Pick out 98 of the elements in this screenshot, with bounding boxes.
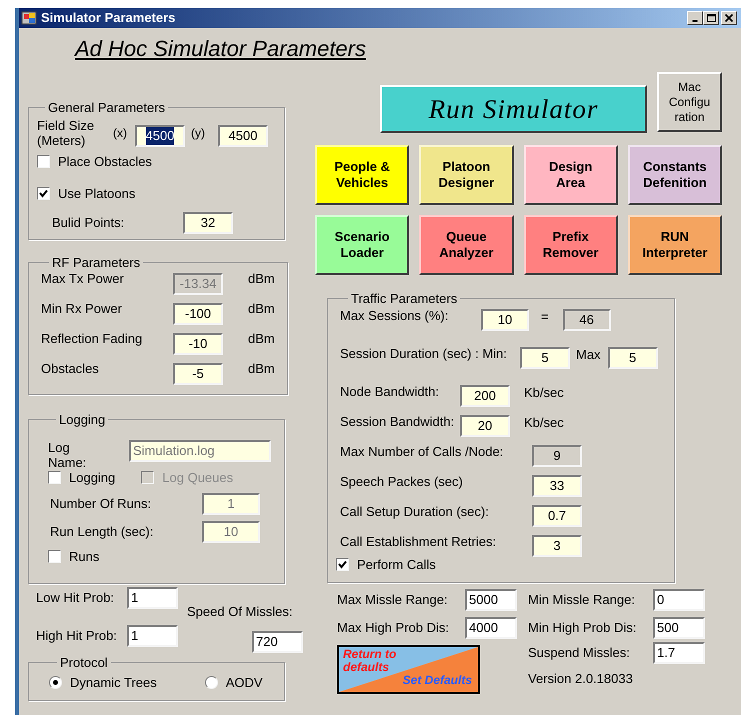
tool-button[interactable]: Prefix Remover (524, 215, 618, 275)
radio-label: AODV (226, 674, 263, 692)
radio-label: Dynamic Trees (70, 674, 157, 692)
checkbox[interactable] (37, 187, 50, 200)
maximize-icon (706, 14, 716, 22)
field-label: Max Number of Calls /Node: (340, 442, 504, 460)
group-title: Traffic Parameters (350, 290, 458, 308)
text-field[interactable]: 5000 (465, 589, 517, 611)
unit-label: = (541, 308, 549, 326)
checkbox-label: Use Platoons (58, 185, 136, 203)
field-label: Call Establishment Retries: (340, 532, 498, 550)
app-icon (21, 10, 37, 26)
field-label: Max High Prob Dis: (337, 619, 450, 638)
text-field[interactable]: 1 (127, 625, 178, 647)
field-label: Reflection Fading (41, 330, 144, 348)
checkbox-label: Runs (69, 548, 100, 566)
text-field[interactable]: 32 (183, 212, 233, 234)
text-field[interactable]: 46 (562, 308, 611, 330)
minimize-button[interactable] (687, 11, 703, 25)
checkbox-label: Place Obstacles (58, 152, 152, 170)
field-label: Number Of Runs: (50, 495, 152, 514)
tool-button[interactable]: People & Vehicles (315, 145, 410, 205)
text-field[interactable]: 20 (460, 414, 510, 436)
field-label: Suspend Missles: (528, 644, 631, 662)
page-heading: Ad Hoc Simulator Parameters (75, 36, 366, 62)
unit-label: dBm (248, 360, 275, 378)
group-title: Protocol (59, 654, 109, 672)
close-icon (725, 14, 733, 22)
mac-configuration-button[interactable]: Mac Configuration (657, 72, 722, 132)
tool-button[interactable]: Queue Analyzer (419, 215, 514, 275)
field-label: Max Tx Power (41, 270, 125, 288)
tool-button[interactable]: Scenario Loader (315, 215, 410, 275)
checkbox[interactable] (48, 470, 61, 484)
field-label: Session Duration (sec) : Min: (340, 344, 508, 363)
unit-label: Kb/sec (524, 414, 564, 432)
unit-label: Kb/sec (524, 384, 564, 402)
version-label: Version 2.0.18033 (528, 670, 633, 688)
group-title: General Parameters (47, 99, 166, 117)
text-field[interactable]: 9 (532, 444, 582, 466)
text-field[interactable]: -10 (173, 332, 223, 354)
text-field[interactable]: 33 (532, 474, 582, 496)
checkbox[interactable] (37, 154, 50, 168)
radio-button[interactable] (204, 676, 218, 689)
field-label: Call Setup Duration (sec): (340, 502, 490, 521)
text-field[interactable]: 0.7 (532, 504, 582, 526)
text-field[interactable]: 5 (520, 346, 570, 368)
axis-label: (y) (191, 124, 205, 142)
field-label: Low Hit Prob: (36, 589, 116, 608)
axis-label: (x) (113, 124, 127, 142)
text-field[interactable]: 3 (532, 534, 582, 556)
text-field[interactable]: -100 (173, 302, 223, 324)
text-field[interactable]: 0 (653, 589, 705, 611)
run-simulator-button[interactable]: Run Simulator (380, 85, 647, 133)
text-field[interactable]: 1 (127, 587, 178, 609)
tool-button[interactable]: Platoon Designer (419, 145, 514, 205)
field-label: Node Bandwidth: (340, 382, 440, 400)
close-button[interactable] (721, 11, 737, 25)
field-label: Run Length (sec): (50, 523, 154, 542)
field-label: Field Size (Meters) (37, 118, 96, 148)
group-title: Logging (58, 411, 106, 429)
text-field[interactable]: 5 (608, 346, 658, 368)
text-field[interactable]: -5 (173, 362, 223, 384)
radio-button[interactable] (49, 676, 62, 689)
text-field[interactable]: 10 (481, 308, 529, 330)
text-field[interactable]: 500 (653, 617, 705, 639)
field-label: Min Missle Range: (528, 591, 636, 610)
group-title: RF Parameters (51, 254, 142, 272)
field-label: Max Missle Range: (337, 591, 449, 610)
field-label: Speech Packes (sec) (340, 472, 464, 491)
text-field[interactable]: 4500 (218, 124, 268, 146)
field-label: Min Rx Power (41, 300, 123, 318)
checkbox[interactable] (336, 558, 349, 571)
window-title: Simulator Parameters (41, 9, 176, 28)
unit-label: dBm (248, 270, 275, 288)
field-label: Session Bandwidth: (340, 412, 456, 430)
field-label: Max Sessions (%): (340, 306, 450, 325)
minimize-icon (692, 20, 698, 22)
checkbox-label: Log Queues (162, 468, 234, 487)
field-label: Log Name: (48, 440, 88, 470)
tool-button[interactable]: RUN Interpreter (628, 215, 722, 275)
text-field[interactable]: 4000 (465, 617, 517, 639)
text-field[interactable]: 200 (460, 384, 510, 406)
field-label: Bulid Points: (52, 214, 126, 232)
tool-button[interactable]: Constants Defenition (628, 145, 722, 205)
maximize-button[interactable] (703, 11, 719, 25)
field-label: Min High Prob Dis: (528, 619, 638, 638)
text-field[interactable]: 1.7 (653, 642, 705, 664)
text-field[interactable]: 720 (252, 631, 303, 653)
unit-label: dBm (248, 330, 275, 348)
unit-label: Max (576, 346, 601, 364)
checkbox-label: Logging (69, 468, 116, 487)
field-label: Speed Of Missles: (187, 603, 294, 622)
field-label: Obstacles (41, 360, 100, 378)
tool-button[interactable]: Design Area (524, 145, 618, 205)
checkbox-label: Perform Calls (357, 556, 436, 574)
field-label: High Hit Prob: (36, 627, 118, 646)
unit-label: dBm (248, 300, 275, 318)
checkbox[interactable] (48, 550, 61, 564)
